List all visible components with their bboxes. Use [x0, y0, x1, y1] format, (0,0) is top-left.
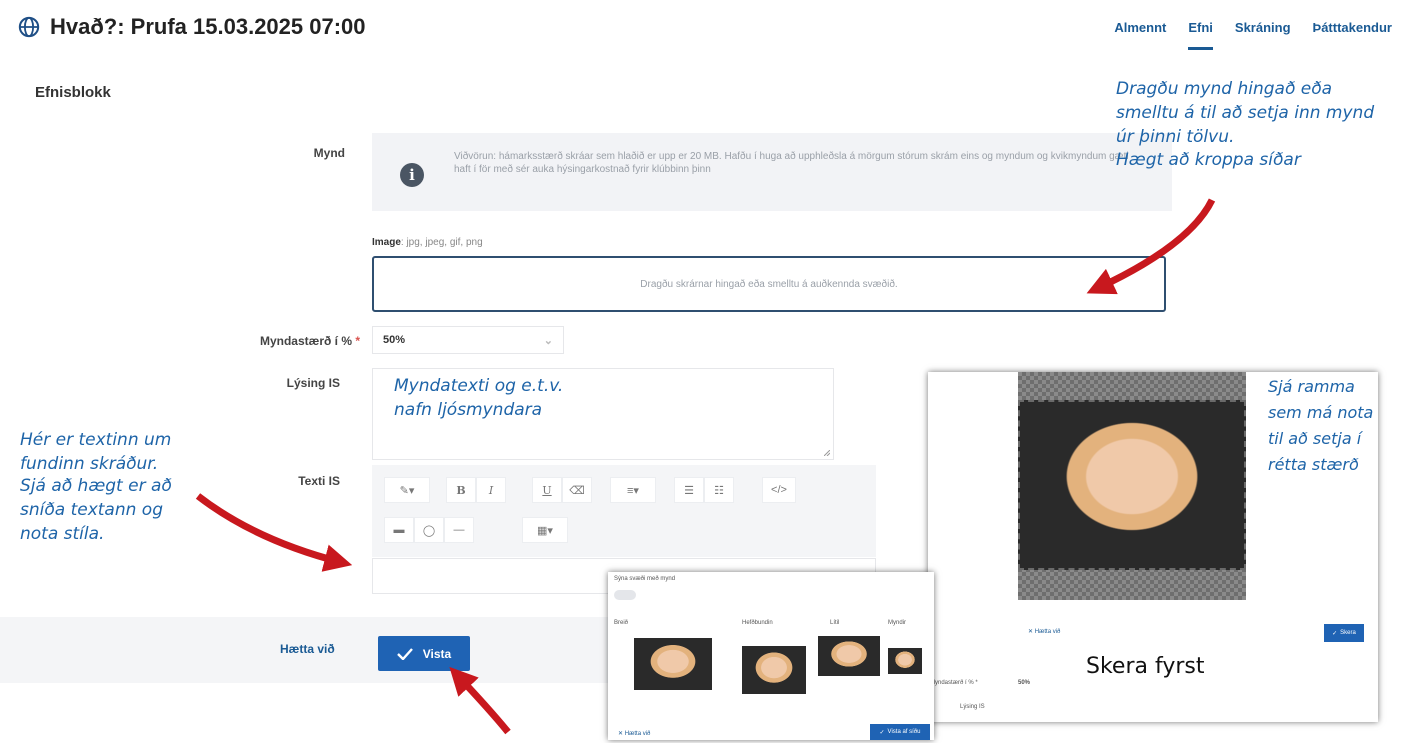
- preview-cancel-button[interactable]: ✕ Hætta við: [618, 730, 650, 737]
- crop-description-label: Lýsing IS: [960, 704, 985, 710]
- preview-cancel-label: Hætta við: [624, 731, 651, 737]
- crop-button-label: Skera: [1340, 630, 1356, 636]
- crop-frame[interactable]: [1018, 400, 1246, 570]
- annotation-frame-hint: Sjá ramma sem má nota til að setja í rét…: [1268, 377, 1374, 474]
- preview-save-label: Vista af síðu: [887, 729, 921, 735]
- preview-toggle[interactable]: [614, 590, 636, 600]
- crop-button[interactable]: ✓ Skera: [1324, 624, 1364, 642]
- check-icon: ✓: [1332, 630, 1338, 637]
- arrow-to-save: [449, 666, 511, 735]
- preview-image-standard: [742, 646, 806, 694]
- preview-title: Sýna svæði með mynd: [614, 576, 676, 582]
- preview-image-wide: [634, 638, 712, 690]
- preview-col-myndir: Myndir: [888, 620, 907, 626]
- crop-size-label: Myndastærð í % *: [930, 680, 978, 686]
- crop-panel: Sjá ramma sem má nota til að setja í rét…: [928, 372, 1378, 722]
- preview-panel: Sýna svæði með mynd Breið Hefðbundin Lít…: [608, 572, 934, 740]
- close-icon: ✕: [618, 731, 625, 737]
- preview-col-breid: Breið: [614, 620, 629, 626]
- arrow-to-editor: [195, 493, 353, 572]
- preview-col-hefdbundin: Hefðbundin: [742, 620, 773, 626]
- annotation-crop-first: Skera fyrst: [1086, 654, 1205, 679]
- check-icon: ✓: [879, 729, 885, 736]
- close-icon: ✕: [1028, 629, 1035, 635]
- preview-image-thumb: [888, 648, 922, 674]
- crop-cancel-button[interactable]: ✕ Hætta við: [1028, 628, 1060, 635]
- preview-save-button[interactable]: ✓ Vista af síðu: [870, 724, 930, 740]
- preview-col-litil: Lítil: [830, 620, 840, 626]
- arrow-to-dropzone: [1086, 198, 1216, 295]
- crop-cancel-label: Hætta við: [1034, 629, 1061, 635]
- preview-image-small: [818, 636, 880, 676]
- crop-size-value: 50%: [1018, 680, 1031, 686]
